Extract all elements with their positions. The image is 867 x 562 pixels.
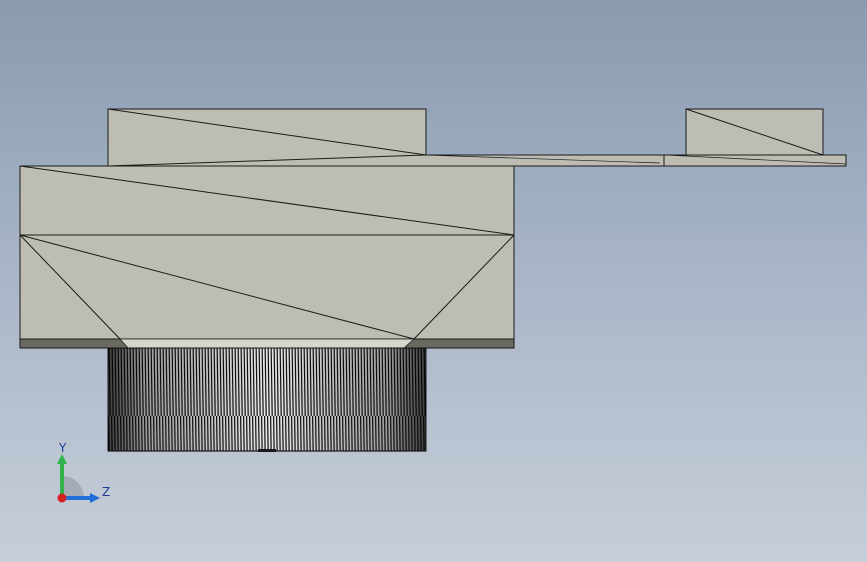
main-body-upper[interactable] xyxy=(19,165,515,236)
upper-right-block[interactable] xyxy=(685,108,824,156)
triad-arc xyxy=(62,476,84,498)
cad-viewport[interactable]: Y Z xyxy=(0,0,867,562)
y-axis-label: Y xyxy=(58,441,67,455)
model-view[interactable] xyxy=(0,0,867,562)
knurled-cylinder[interactable] xyxy=(107,347,427,452)
coordinate-triad: Y Z xyxy=(57,441,110,503)
main-body-lower[interactable] xyxy=(19,234,515,340)
z-axis-arrow-icon xyxy=(90,493,100,503)
y-axis-arrow-icon xyxy=(57,454,67,464)
x-axis-dot-icon xyxy=(57,493,67,503)
z-axis-label: Z xyxy=(102,485,110,499)
bottom-chamfer[interactable] xyxy=(19,338,515,349)
